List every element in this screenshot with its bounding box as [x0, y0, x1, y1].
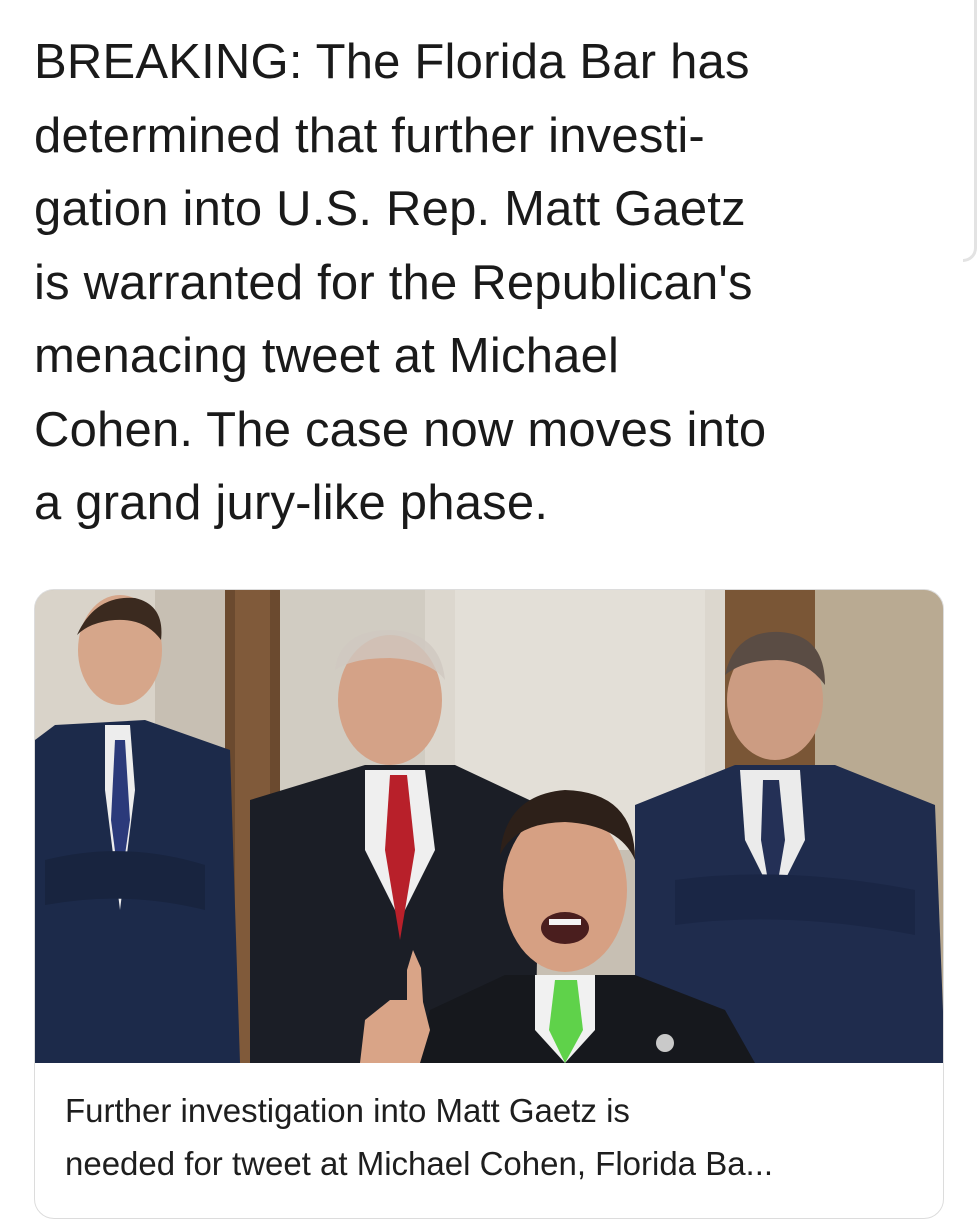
- scroll-indicator: [963, 0, 977, 262]
- link-preview-card[interactable]: Further investigation into Matt Gaetz is…: [34, 589, 944, 1219]
- tweet-text: BREAKING: The Florida Bar has determined…: [34, 35, 767, 530]
- link-card-title: Further investigation into Matt Gaetz is…: [65, 1092, 774, 1182]
- article-photo: [35, 590, 943, 1063]
